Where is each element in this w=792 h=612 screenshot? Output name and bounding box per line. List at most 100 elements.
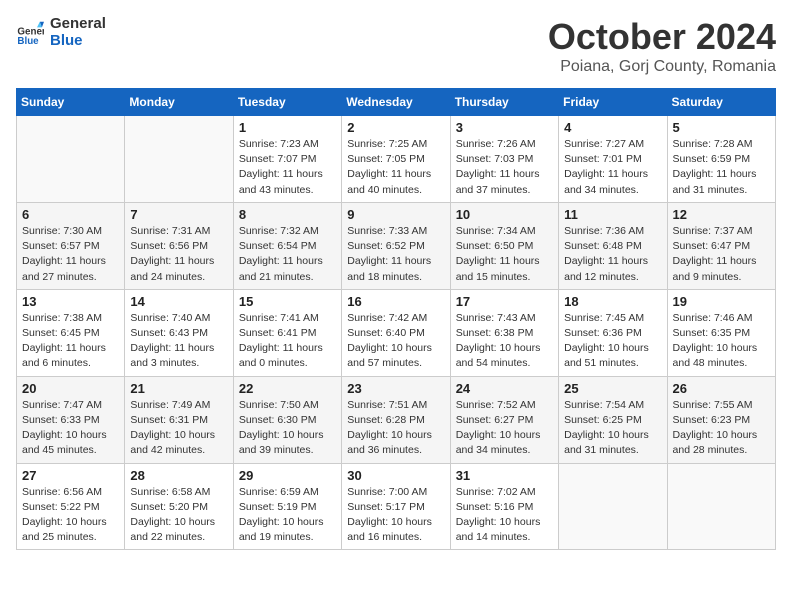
logo-icon: General Blue [16,19,44,47]
day-number: 31 [456,468,553,483]
day-detail: Sunrise: 7:26 AMSunset: 7:03 PMDaylight:… [456,138,540,196]
table-row: 27 Sunrise: 6:56 AMSunset: 5:22 PMDaylig… [17,463,125,550]
table-row: 23 Sunrise: 7:51 AMSunset: 6:28 PMDaylig… [342,376,450,463]
day-number: 8 [239,207,336,222]
calendar-table: Sunday Monday Tuesday Wednesday Thursday… [16,88,776,550]
day-detail: Sunrise: 7:31 AMSunset: 6:56 PMDaylight:… [130,225,214,283]
table-row: 30 Sunrise: 7:00 AMSunset: 5:17 PMDaylig… [342,463,450,550]
table-row: 8 Sunrise: 7:32 AMSunset: 6:54 PMDayligh… [233,202,341,289]
location-subtitle: Poiana, Gorj County, Romania [548,58,776,76]
day-detail: Sunrise: 7:28 AMSunset: 6:59 PMDaylight:… [673,138,757,196]
day-detail: Sunrise: 7:45 AMSunset: 6:36 PMDaylight:… [564,312,649,370]
col-saturday: Saturday [667,89,775,116]
day-number: 7 [130,207,227,222]
day-detail: Sunrise: 7:47 AMSunset: 6:33 PMDaylight:… [22,399,107,457]
day-detail: Sunrise: 7:46 AMSunset: 6:35 PMDaylight:… [673,312,758,370]
table-row: 4 Sunrise: 7:27 AMSunset: 7:01 PMDayligh… [559,116,667,203]
table-row: 31 Sunrise: 7:02 AMSunset: 5:16 PMDaylig… [450,463,558,550]
title-area: October 2024 Poiana, Gorj County, Romani… [548,16,776,76]
day-number: 5 [673,120,770,135]
day-number: 12 [673,207,770,222]
day-detail: Sunrise: 7:50 AMSunset: 6:30 PMDaylight:… [239,399,324,457]
col-sunday: Sunday [17,89,125,116]
table-row: 7 Sunrise: 7:31 AMSunset: 6:56 PMDayligh… [125,202,233,289]
col-friday: Friday [559,89,667,116]
table-row: 22 Sunrise: 7:50 AMSunset: 6:30 PMDaylig… [233,376,341,463]
day-detail: Sunrise: 6:56 AMSunset: 5:22 PMDaylight:… [22,486,107,544]
calendar-week-row: 1 Sunrise: 7:23 AMSunset: 7:07 PMDayligh… [17,116,776,203]
day-number: 19 [673,294,770,309]
day-detail: Sunrise: 7:55 AMSunset: 6:23 PMDaylight:… [673,399,758,457]
day-detail: Sunrise: 7:40 AMSunset: 6:43 PMDaylight:… [130,312,214,370]
table-row: 1 Sunrise: 7:23 AMSunset: 7:07 PMDayligh… [233,116,341,203]
day-number: 4 [564,120,661,135]
table-row: 12 Sunrise: 7:37 AMSunset: 6:47 PMDaylig… [667,202,775,289]
table-row [667,463,775,550]
day-number: 15 [239,294,336,309]
day-detail: Sunrise: 7:49 AMSunset: 6:31 PMDaylight:… [130,399,215,457]
day-number: 6 [22,207,119,222]
table-row: 25 Sunrise: 7:54 AMSunset: 6:25 PMDaylig… [559,376,667,463]
day-detail: Sunrise: 7:43 AMSunset: 6:38 PMDaylight:… [456,312,541,370]
table-row: 11 Sunrise: 7:36 AMSunset: 6:48 PMDaylig… [559,202,667,289]
table-row: 2 Sunrise: 7:25 AMSunset: 7:05 PMDayligh… [342,116,450,203]
table-row: 6 Sunrise: 7:30 AMSunset: 6:57 PMDayligh… [17,202,125,289]
table-row: 5 Sunrise: 7:28 AMSunset: 6:59 PMDayligh… [667,116,775,203]
table-row: 14 Sunrise: 7:40 AMSunset: 6:43 PMDaylig… [125,289,233,376]
col-thursday: Thursday [450,89,558,116]
table-row: 17 Sunrise: 7:43 AMSunset: 6:38 PMDaylig… [450,289,558,376]
day-detail: Sunrise: 7:37 AMSunset: 6:47 PMDaylight:… [673,225,757,283]
logo-general-text: General [50,16,106,33]
day-number: 20 [22,381,119,396]
day-number: 9 [347,207,444,222]
calendar-week-row: 6 Sunrise: 7:30 AMSunset: 6:57 PMDayligh… [17,202,776,289]
day-detail: Sunrise: 7:00 AMSunset: 5:17 PMDaylight:… [347,486,432,544]
svg-text:Blue: Blue [17,36,39,47]
day-number: 13 [22,294,119,309]
day-number: 18 [564,294,661,309]
day-detail: Sunrise: 7:41 AMSunset: 6:41 PMDaylight:… [239,312,323,370]
table-row [17,116,125,203]
table-row: 18 Sunrise: 7:45 AMSunset: 6:36 PMDaylig… [559,289,667,376]
table-row: 19 Sunrise: 7:46 AMSunset: 6:35 PMDaylig… [667,289,775,376]
table-row: 13 Sunrise: 7:38 AMSunset: 6:45 PMDaylig… [17,289,125,376]
table-row: 28 Sunrise: 6:58 AMSunset: 5:20 PMDaylig… [125,463,233,550]
day-number: 16 [347,294,444,309]
day-number: 1 [239,120,336,135]
table-row: 15 Sunrise: 7:41 AMSunset: 6:41 PMDaylig… [233,289,341,376]
calendar-week-row: 20 Sunrise: 7:47 AMSunset: 6:33 PMDaylig… [17,376,776,463]
logo-blue-text: Blue [50,33,106,50]
table-row: 21 Sunrise: 7:49 AMSunset: 6:31 PMDaylig… [125,376,233,463]
calendar-week-row: 27 Sunrise: 6:56 AMSunset: 5:22 PMDaylig… [17,463,776,550]
day-detail: Sunrise: 7:38 AMSunset: 6:45 PMDaylight:… [22,312,106,370]
day-number: 26 [673,381,770,396]
day-detail: Sunrise: 7:52 AMSunset: 6:27 PMDaylight:… [456,399,541,457]
day-detail: Sunrise: 7:27 AMSunset: 7:01 PMDaylight:… [564,138,648,196]
day-number: 22 [239,381,336,396]
logo: General Blue General Blue [16,16,106,49]
table-row: 26 Sunrise: 7:55 AMSunset: 6:23 PMDaylig… [667,376,775,463]
table-row: 20 Sunrise: 7:47 AMSunset: 6:33 PMDaylig… [17,376,125,463]
day-detail: Sunrise: 7:42 AMSunset: 6:40 PMDaylight:… [347,312,432,370]
col-monday: Monday [125,89,233,116]
day-number: 10 [456,207,553,222]
day-number: 14 [130,294,227,309]
day-detail: Sunrise: 7:23 AMSunset: 7:07 PMDaylight:… [239,138,323,196]
table-row: 3 Sunrise: 7:26 AMSunset: 7:03 PMDayligh… [450,116,558,203]
day-detail: Sunrise: 7:02 AMSunset: 5:16 PMDaylight:… [456,486,541,544]
day-detail: Sunrise: 7:36 AMSunset: 6:48 PMDaylight:… [564,225,648,283]
day-number: 25 [564,381,661,396]
table-row: 24 Sunrise: 7:52 AMSunset: 6:27 PMDaylig… [450,376,558,463]
day-number: 17 [456,294,553,309]
day-number: 24 [456,381,553,396]
day-detail: Sunrise: 6:59 AMSunset: 5:19 PMDaylight:… [239,486,324,544]
day-detail: Sunrise: 7:34 AMSunset: 6:50 PMDaylight:… [456,225,540,283]
table-row [559,463,667,550]
day-number: 11 [564,207,661,222]
day-number: 23 [347,381,444,396]
table-row: 16 Sunrise: 7:42 AMSunset: 6:40 PMDaylig… [342,289,450,376]
day-number: 28 [130,468,227,483]
day-detail: Sunrise: 7:25 AMSunset: 7:05 PMDaylight:… [347,138,431,196]
day-number: 3 [456,120,553,135]
day-number: 27 [22,468,119,483]
